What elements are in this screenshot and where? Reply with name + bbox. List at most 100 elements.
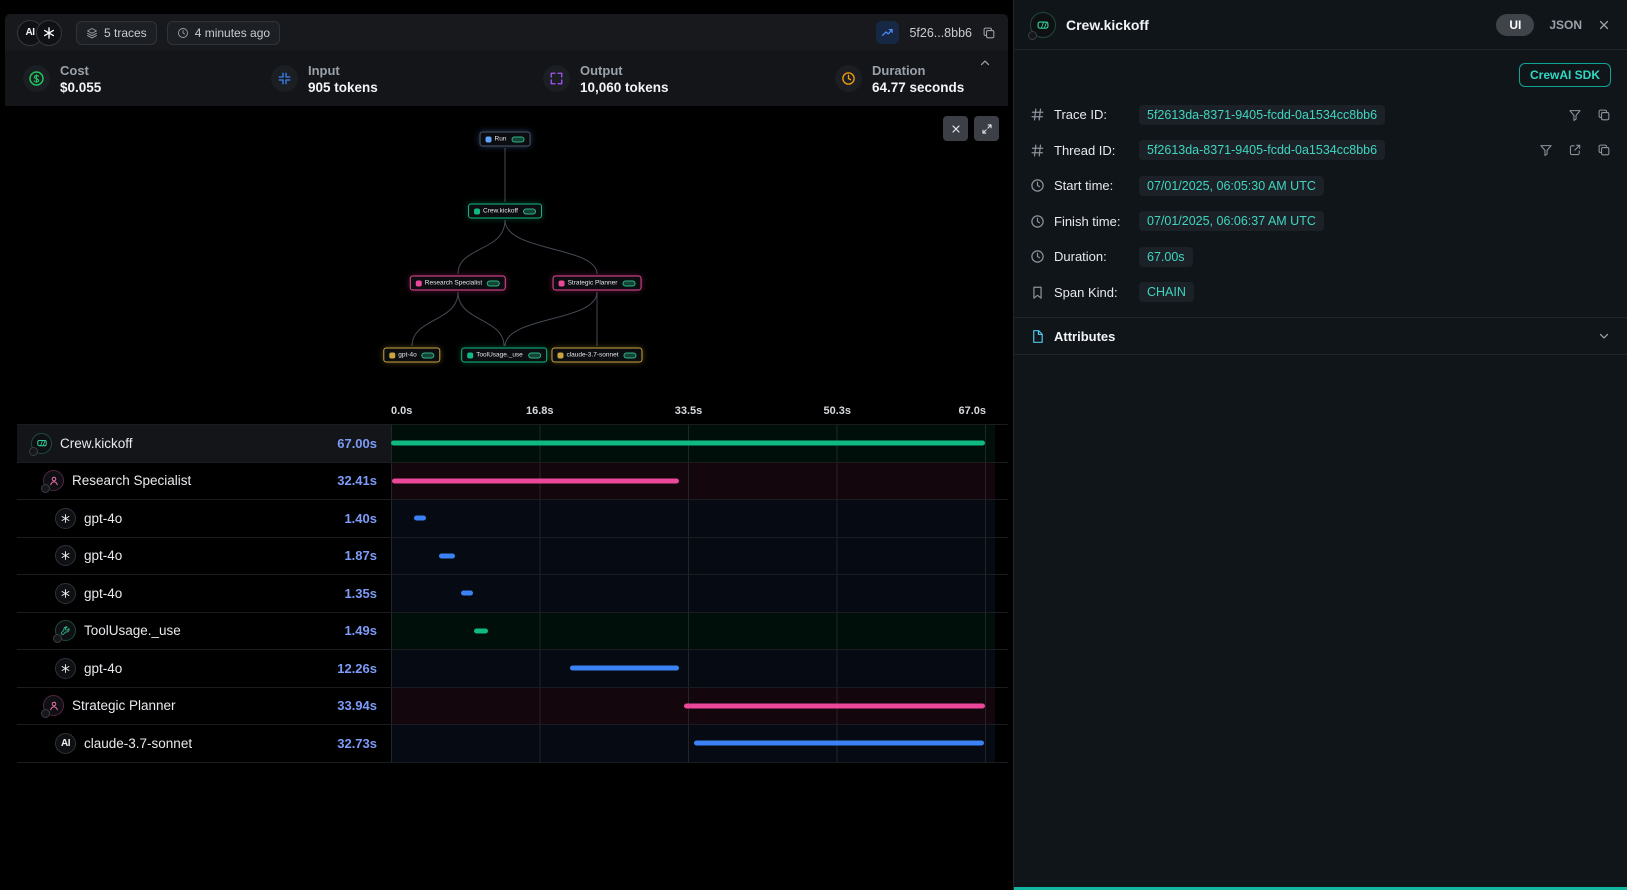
copy-icon[interactable] <box>1597 108 1611 122</box>
field-label: Trace ID: <box>1054 107 1130 122</box>
field-label: Finish time: <box>1054 214 1130 229</box>
sdk-badge-row: CrewAI SDK <box>1014 50 1627 91</box>
openai-icon <box>55 583 76 604</box>
openai-icon <box>55 658 76 679</box>
span-bar[interactable] <box>414 516 426 521</box>
span-info: Research Specialist32.41s <box>17 463 391 500</box>
span-bar[interactable] <box>392 478 679 483</box>
graph-node-claude[interactable]: claude-3.7-sonnet <box>551 348 642 363</box>
clock-icon <box>177 27 189 39</box>
trace-age-badge[interactable]: 4 minutes ago <box>167 21 280 45</box>
span-track <box>391 575 995 612</box>
node-label: claude-3.7-sonnet <box>566 352 618 359</box>
span-bar[interactable] <box>474 628 487 633</box>
stat-value: $0.055 <box>60 80 101 95</box>
stat-input: Input905 tokens <box>271 63 543 95</box>
expand-graph-button[interactable] <box>974 116 999 141</box>
chevron-down-icon <box>1597 329 1611 343</box>
graph-node-run[interactable]: Run <box>480 132 531 147</box>
trending-up-icon <box>881 26 894 39</box>
stat-output: Output10,060 tokens <box>543 63 835 95</box>
timeline-row[interactable]: AIclaude-3.7-sonnet32.73s <box>17 725 1008 763</box>
span-bar[interactable] <box>570 666 679 671</box>
attributes-label: Attributes <box>1054 329 1115 344</box>
compress-icon <box>271 65 298 92</box>
copy-icon[interactable] <box>1597 143 1611 157</box>
tab-ui[interactable]: UI <box>1496 14 1534 36</box>
field-value[interactable]: 07/01/2025, 06:05:30 AM UTC <box>1139 176 1324 196</box>
timeline-row[interactable]: ToolUsage._use1.49s <box>17 613 1008 651</box>
node-label: Research Specialist <box>425 280 482 287</box>
graph-node-gpt-4o[interactable]: gpt-4o <box>383 348 440 363</box>
node-icon <box>416 280 422 286</box>
openai-icon <box>55 545 76 566</box>
external-link-icon[interactable] <box>1568 143 1582 157</box>
attributes-section-header[interactable]: Attributes <box>1014 317 1627 355</box>
span-bar[interactable] <box>694 741 984 746</box>
timeline-row[interactable]: Research Specialist32.41s <box>17 463 1008 501</box>
node-label: Crew.kickoff <box>483 208 518 215</box>
metrics-button[interactable] <box>876 21 899 44</box>
timeline-row[interactable]: gpt-4o 12.26s <box>17 650 1008 688</box>
timeline-row[interactable]: gpt-4o1.87s <box>17 538 1008 576</box>
copy-icon[interactable] <box>982 26 996 40</box>
timeline-row[interactable]: gpt-4o1.35s <box>17 575 1008 613</box>
span-name: gpt-4o <box>84 586 122 601</box>
field-value[interactable]: CHAIN <box>1139 282 1194 302</box>
span-bar[interactable] <box>391 441 985 446</box>
topbar-right: 5f26...8bb6 <box>876 21 996 44</box>
span-name: ToolUsage._use <box>84 623 181 638</box>
graph-node-toolusage[interactable]: ToolUsage._use <box>461 348 547 363</box>
span-name: claude-3.7-sonnet <box>84 736 192 751</box>
span-duration: 1.87s <box>344 548 377 563</box>
span-info: Crew.kickoff67.00s <box>17 425 391 462</box>
close-panel-icon[interactable] <box>1597 18 1611 32</box>
stat-value: 64.77 seconds <box>872 80 964 95</box>
span-name: Research Specialist <box>72 473 191 488</box>
trace-age-label: 4 minutes ago <box>195 26 270 40</box>
field-label: Duration: <box>1054 249 1130 264</box>
node-status-tag <box>622 280 635 286</box>
field-value[interactable]: 5f2613da-8371-9405-fcdd-0a1534cc8bb6 <box>1139 140 1385 160</box>
filter-icon[interactable] <box>1539 143 1553 157</box>
span-bar[interactable] <box>684 703 985 708</box>
field-actions <box>1568 108 1611 122</box>
node-status-tag <box>528 352 541 358</box>
field-label: Start time: <box>1054 178 1130 193</box>
field-value[interactable]: 5f2613da-8371-9405-fcdd-0a1534cc8bb6 <box>1139 105 1385 125</box>
span-name: gpt-4o <box>84 661 122 676</box>
span-track <box>391 538 995 575</box>
span-bar[interactable] <box>439 553 456 558</box>
span-duration: 12.26s <box>337 661 377 676</box>
graph-node-strategic-planner[interactable]: Strategic Planner <box>553 276 642 291</box>
agent-icon <box>43 470 64 491</box>
expand-icon <box>981 123 993 135</box>
tab-json[interactable]: JSON <box>1549 18 1582 32</box>
chevron-up-icon[interactable] <box>978 56 992 70</box>
detail-field: Start time: 07/01/2025, 06:05:30 AM UTC <box>1030 168 1611 204</box>
timeline-row[interactable]: Strategic Planner33.94s <box>17 688 1008 726</box>
span-duration: 33.94s <box>337 698 377 713</box>
sdk-badge[interactable]: CrewAI SDK <box>1519 63 1611 87</box>
close-graph-button[interactable] <box>943 116 968 141</box>
detail-field: Duration: 67.00s <box>1030 239 1611 275</box>
span-track <box>391 688 995 725</box>
filter-icon[interactable] <box>1568 108 1582 122</box>
timeline-row[interactable]: gpt-4o1.40s <box>17 500 1008 538</box>
node-icon <box>389 352 395 358</box>
span-info: gpt-4o1.87s <box>17 538 391 575</box>
graph-node-crew-kickoff[interactable]: Crew.kickoff <box>468 204 542 219</box>
expand-arrows-icon <box>543 65 570 92</box>
graph-node-research-specialist[interactable]: Research Specialist <box>410 276 506 291</box>
span-duration: 67.00s <box>337 436 377 451</box>
span-bar[interactable] <box>461 591 473 596</box>
stat-duration: Duration64.77 seconds <box>835 63 990 95</box>
timeline-row[interactable]: Crew.kickoff67.00s <box>17 425 1008 463</box>
node-icon <box>474 208 480 214</box>
node-status-tag <box>523 208 536 214</box>
traces-count-badge[interactable]: 5 traces <box>76 21 157 45</box>
field-value[interactable]: 07/01/2025, 06:06:37 AM UTC <box>1139 211 1324 231</box>
node-label: gpt-4o <box>398 352 416 359</box>
node-label: Strategic Planner <box>568 280 618 287</box>
field-value[interactable]: 67.00s <box>1139 247 1193 267</box>
